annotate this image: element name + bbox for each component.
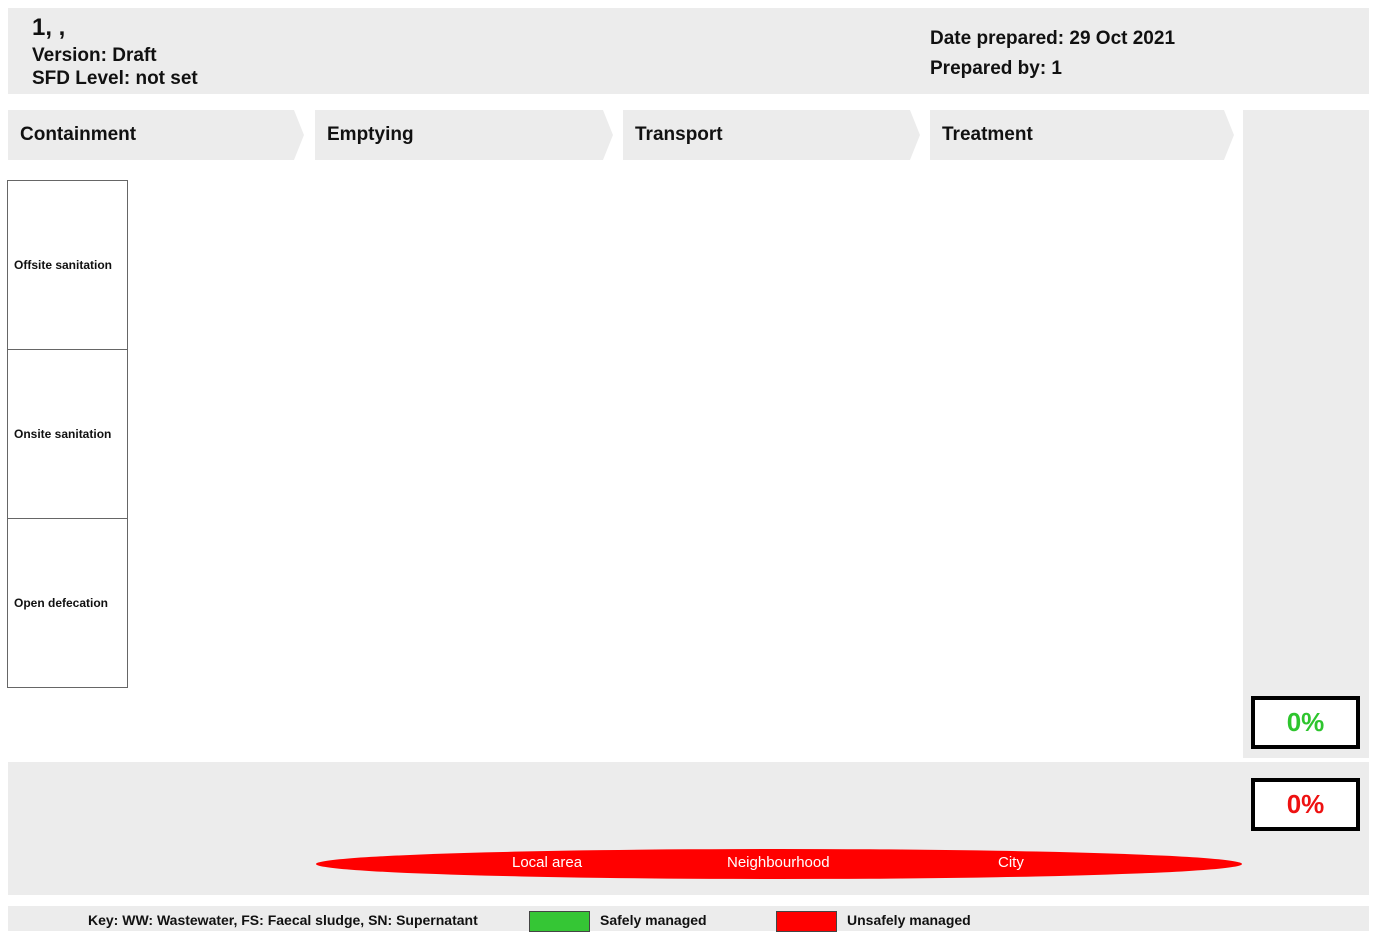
stage-containment[interactable]: Containment	[8, 110, 304, 160]
safe-legend-label: Safely managed	[600, 912, 707, 928]
date-prepared-label: Date prepared: 29 Oct 2021	[930, 28, 1176, 49]
stage-transport[interactable]: Transport	[623, 110, 920, 160]
category-onsite-sanitation: Onsite sanitation	[7, 349, 128, 519]
stage-treatment[interactable]: Treatment	[930, 110, 1234, 160]
unsafely-managed-percent: 0%	[1251, 778, 1360, 831]
category-open-defecation: Open defecation	[7, 518, 128, 688]
safe-swatch	[529, 911, 590, 932]
stage-emptying[interactable]: Emptying	[315, 110, 613, 160]
prepared-by-label: Prepared by: 1	[930, 58, 1062, 79]
version-label: Version: Draft	[32, 45, 157, 66]
sfd-id-title: 1, ,	[32, 14, 66, 41]
unsafe-swatch	[776, 911, 837, 932]
scale-neighbourhood: Neighbourhood	[727, 854, 830, 871]
sfd-level-label: SFD Level: not set	[32, 68, 198, 89]
header-panel	[8, 8, 1369, 94]
outcome-column	[1243, 110, 1369, 758]
category-offsite-sanitation: Offsite sanitation	[7, 180, 128, 350]
scale-local-area: Local area	[512, 854, 583, 871]
scale-city: City	[998, 854, 1024, 871]
unsafe-legend-label: Unsafely managed	[847, 912, 971, 928]
key-text: Key: WW: Wastewater, FS: Faecal sludge, …	[88, 912, 478, 928]
safely-managed-percent: 0%	[1251, 696, 1360, 749]
